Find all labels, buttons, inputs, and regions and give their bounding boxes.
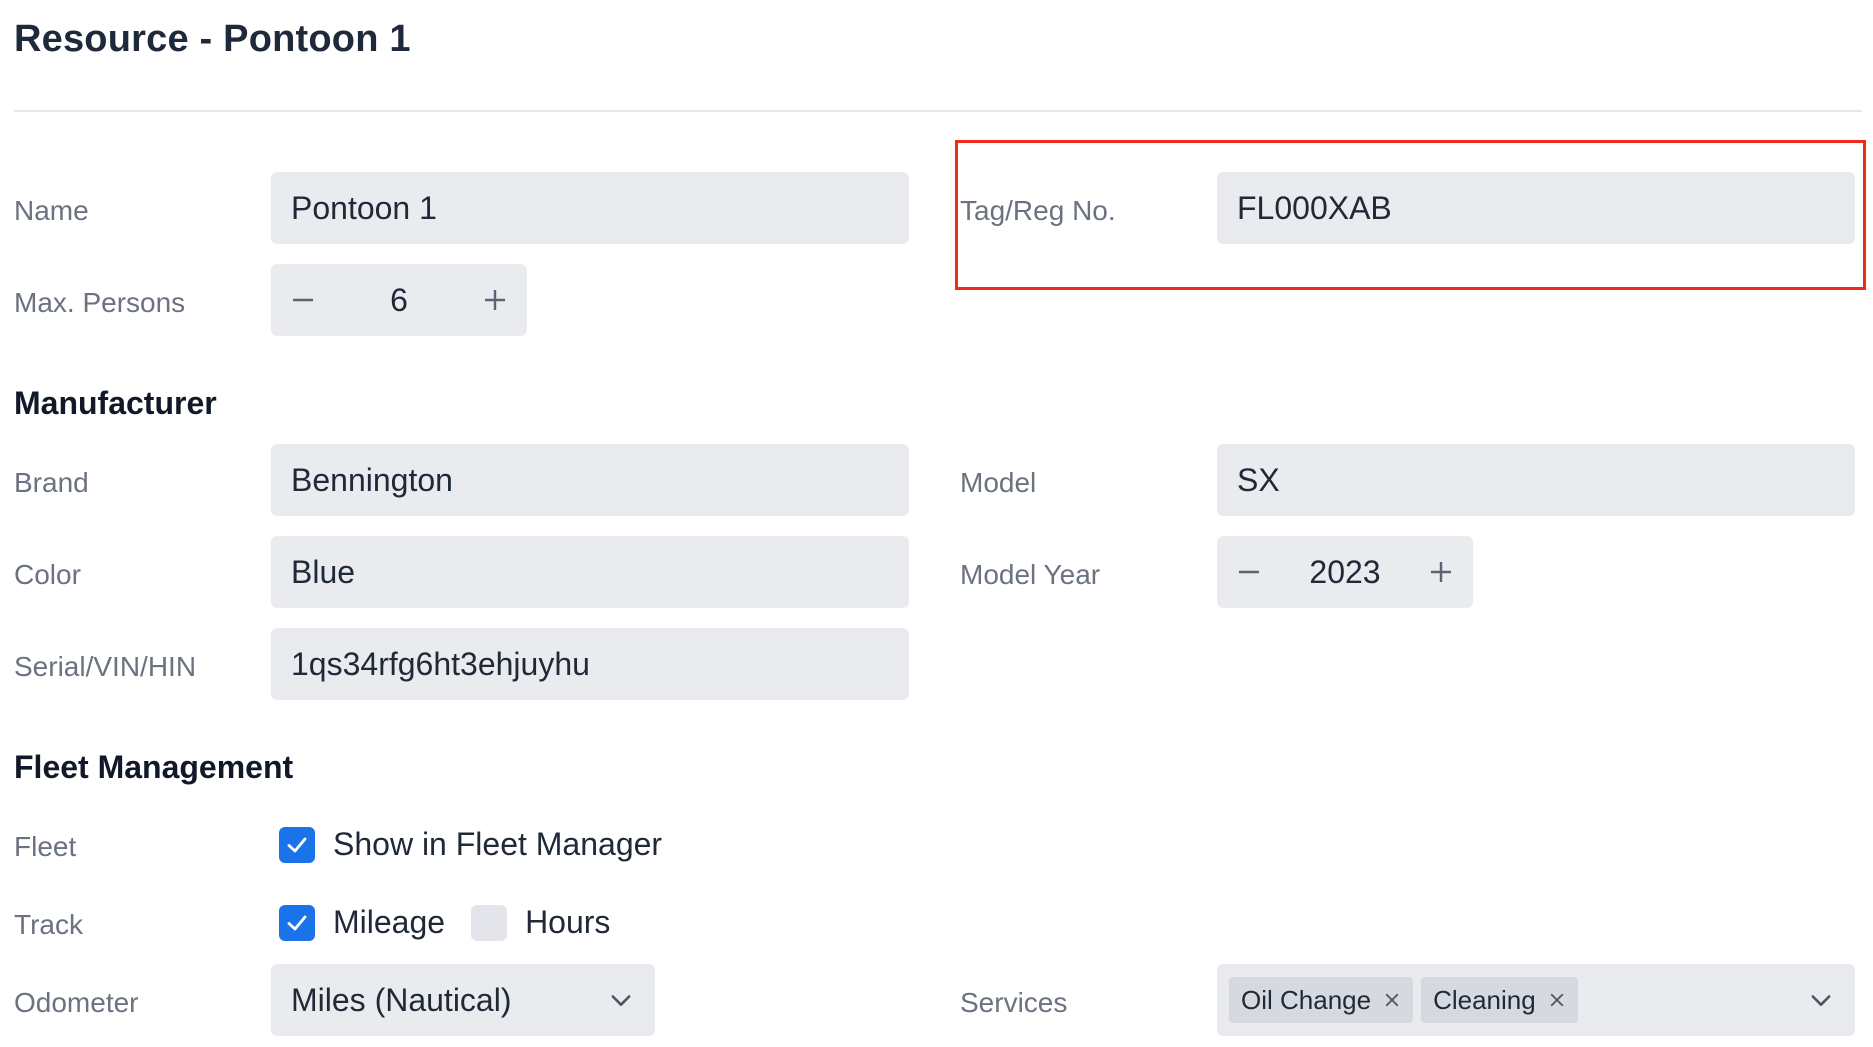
model-input-value: SX <box>1237 461 1280 498</box>
chevron-down-icon <box>611 995 631 1006</box>
tag-input-value: FL000XAB <box>1237 189 1392 226</box>
plus-icon <box>485 290 505 310</box>
remove-cleaning-button[interactable] <box>1548 991 1566 1009</box>
model-year-label: Model Year <box>960 559 1101 590</box>
check-icon <box>287 915 307 930</box>
fleet-management-heading: Fleet Management <box>14 749 294 785</box>
mileage-checkbox[interactable] <box>279 904 315 941</box>
odometer-select-value: Miles (Nautical) <box>291 981 512 1018</box>
services-dropdown-toggle[interactable] <box>1807 986 1835 1014</box>
page-title: Resource - Pontoon 1 <box>14 18 411 60</box>
track-options: Mileage Hours <box>279 904 636 941</box>
name-label: Name <box>14 195 89 226</box>
decrement-button[interactable] <box>271 264 335 336</box>
color-input-value: Blue <box>291 553 356 590</box>
services-label: Services <box>960 987 1068 1018</box>
model-input[interactable]: SX <box>1217 444 1855 516</box>
tag-label: Tag/Reg No. <box>960 195 1116 226</box>
hours-option[interactable]: Hours <box>471 904 610 941</box>
hours-label: Hours <box>525 904 611 940</box>
hours-checkbox[interactable] <box>471 904 508 941</box>
serial-input[interactable]: 1qs34rfg6ht3ehjuyhu <box>271 628 909 700</box>
name-input-value: Pontoon 1 <box>291 189 437 226</box>
service-chip-label: Cleaning <box>1433 984 1536 1015</box>
max-persons-label: Max. Persons <box>14 287 186 318</box>
show-in-fleet-label: Show in Fleet Manager <box>333 826 663 862</box>
show-in-fleet-option[interactable]: Show in Fleet Manager <box>279 826 662 863</box>
model-year-decrement-button[interactable] <box>1217 536 1281 608</box>
remove-oil-change-button[interactable] <box>1383 991 1401 1009</box>
resource-form-page: Resource - Pontoon 1 Name Pontoon 1 Tag/… <box>0 0 1873 1047</box>
color-label: Color <box>14 559 81 590</box>
close-icon <box>1385 993 1399 1007</box>
service-chip-oil-change: Oil Change <box>1229 977 1414 1023</box>
brand-input[interactable]: Bennington <box>271 444 909 516</box>
tag-input[interactable]: FL000XAB <box>1217 172 1855 244</box>
track-label: Track <box>14 909 83 940</box>
plus-icon <box>1431 562 1451 582</box>
brand-label: Brand <box>14 467 89 498</box>
odometer-label: Odometer <box>14 987 139 1018</box>
minus-icon <box>1239 570 1259 574</box>
brand-input-value: Bennington <box>291 461 453 498</box>
odometer-select[interactable]: Miles (Nautical) <box>271 964 655 1036</box>
max-persons-stepper[interactable]: 6 <box>271 264 527 336</box>
serial-input-value: 1qs34rfg6ht3ehjuyhu <box>291 645 590 682</box>
header-divider <box>14 110 1862 112</box>
model-label: Model <box>960 467 1037 498</box>
manufacturer-heading: Manufacturer <box>14 385 217 421</box>
mileage-option[interactable]: Mileage <box>279 904 445 941</box>
model-year-increment-button[interactable] <box>1409 536 1473 608</box>
service-chip-cleaning: Cleaning <box>1421 977 1578 1023</box>
services-multiselect[interactable]: Oil Change Cleaning <box>1217 964 1855 1036</box>
color-input[interactable]: Blue <box>271 536 909 608</box>
chevron-down-icon <box>1811 995 1831 1006</box>
service-chip-label: Oil Change <box>1241 984 1372 1015</box>
mileage-label: Mileage <box>333 904 446 940</box>
fleet-label: Fleet <box>14 831 77 862</box>
serial-label: Serial/VIN/HIN <box>14 651 197 682</box>
max-persons-value: 6 <box>390 281 408 318</box>
model-year-stepper[interactable]: 2023 <box>1217 536 1473 608</box>
close-icon <box>1550 993 1563 1007</box>
show-in-fleet-checkbox[interactable] <box>279 826 315 863</box>
check-icon <box>287 837 307 852</box>
fleet-options: Show in Fleet Manager <box>279 826 688 863</box>
increment-button[interactable] <box>463 264 527 336</box>
name-input[interactable]: Pontoon 1 <box>271 172 909 244</box>
minus-icon <box>293 298 313 302</box>
model-year-value: 2023 <box>1309 553 1381 590</box>
